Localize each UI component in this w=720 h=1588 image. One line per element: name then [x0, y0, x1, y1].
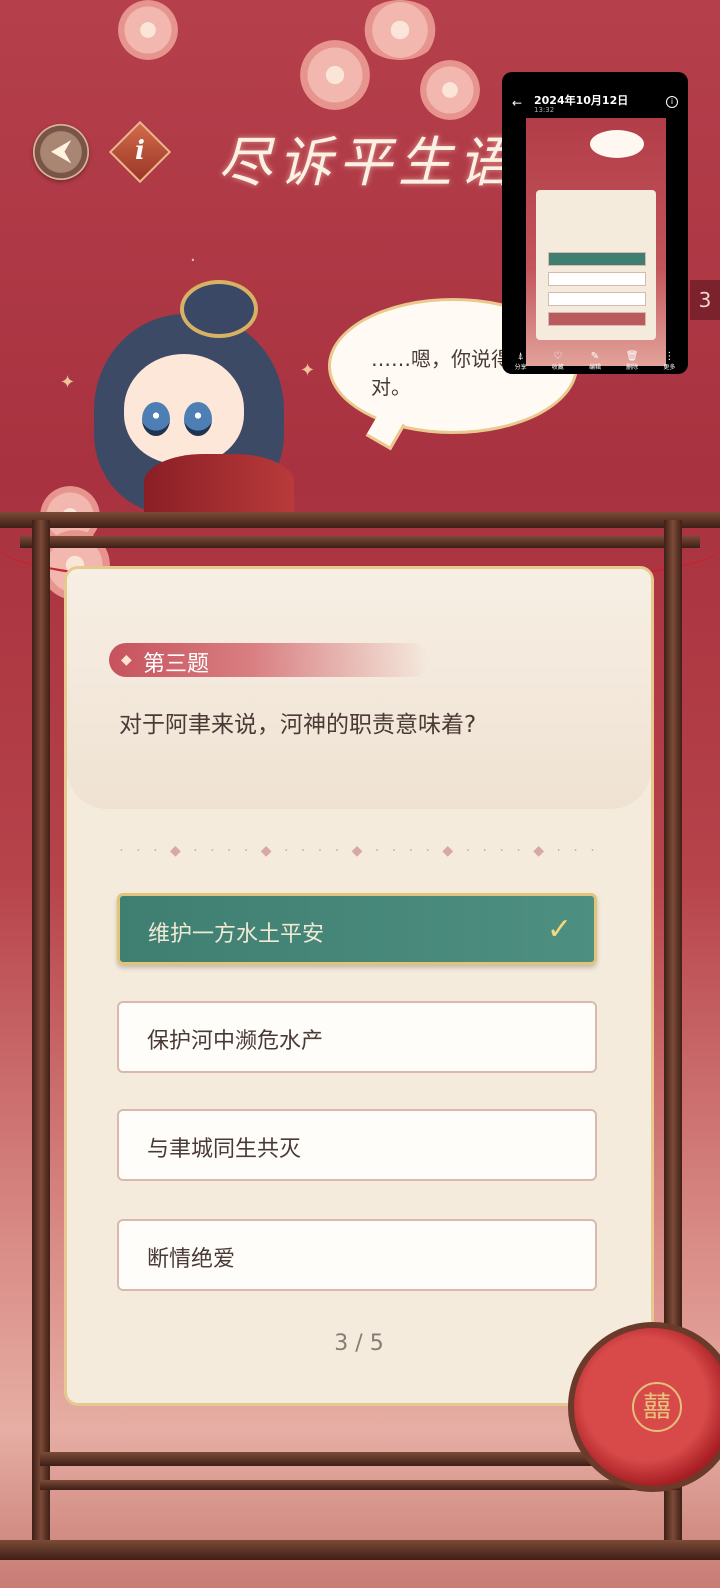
trash-icon: 🗑: [625, 351, 639, 362]
share-button[interactable]: ⍋ 分享: [507, 351, 535, 371]
share-label: 分享: [514, 364, 527, 371]
quiz-panel: ◆ 第三题 对于阿聿来说，河神的职责意味着? · · · ◆ · · · · ◆…: [64, 566, 654, 1406]
delete-button[interactable]: 🗑 删除: [618, 351, 646, 371]
more-label: 更多: [663, 364, 676, 371]
preview-option: [548, 272, 646, 286]
question-number-badge: ◆ 第三题: [109, 643, 429, 677]
delete-label: 删除: [626, 364, 639, 371]
preview-image: [526, 118, 666, 366]
preview-back-icon[interactable]: ←: [512, 96, 522, 110]
preview-info-icon[interactable]: i: [666, 96, 678, 108]
back-arrow-icon: ⮜: [51, 136, 71, 166]
info-button[interactable]: i: [108, 120, 172, 184]
back-button[interactable]: ⮜: [33, 124, 89, 180]
preview-time: 13:32: [534, 106, 555, 114]
edit-label: 编辑: [588, 364, 601, 371]
question-text: 对于阿聿来说，河神的职责意味着?: [119, 712, 477, 738]
character-avatar: [84, 274, 304, 524]
frame-bottom-beam-2: [40, 1480, 680, 1490]
character-hair-bun: [180, 280, 258, 338]
answer-option-1[interactable]: 维护一方水土平安 ✓: [117, 893, 597, 965]
character-face: [124, 354, 244, 464]
info-icon: i: [135, 136, 145, 166]
preview-option: [548, 292, 646, 306]
side-tab[interactable]: 3: [690, 280, 720, 320]
preview-toolbar: ⍋ 分享 ♡ 收藏 ✎ 编辑 🗑 删除 ⋮ 更多: [502, 348, 688, 374]
edit-icon: ✎: [590, 351, 600, 362]
diamond-icon: ◆: [121, 652, 132, 668]
answer-option-label: 断情绝爱: [147, 1247, 236, 1272]
preview-option: [548, 252, 646, 266]
screenshot-preview[interactable]: ← 2024年10月12日 13:32 i ⍋ 分享 ♡ 收藏 ✎ 编辑 🗑 删除 ⋮ 更…: [502, 72, 688, 374]
favorite-button[interactable]: ♡ 收藏: [544, 351, 572, 371]
edit-button[interactable]: ✎ 编辑: [581, 351, 609, 371]
checkmark-icon: ✓: [546, 912, 572, 947]
more-icon: ⋮: [664, 351, 675, 362]
answer-option-label: 与聿城同生共灭: [147, 1137, 302, 1162]
speech-text: ……嗯，你说得对。: [371, 347, 511, 399]
character-eye-left: [142, 402, 170, 436]
ornament-divider: · · · ◆ · · · · ◆ · · · · ◆ · · · · ◆ · …: [119, 843, 599, 859]
more-button[interactable]: ⋮ 更多: [655, 351, 683, 371]
preview-panel: [536, 190, 656, 340]
answer-option-label: 保护河中濒危水产: [147, 1029, 324, 1054]
sparkle-icon: ·: [190, 250, 196, 271]
frame-post-left: [32, 520, 50, 1550]
question-number-label: 第三题: [143, 652, 210, 677]
preview-bubble: [590, 130, 644, 158]
answer-option-3[interactable]: 与聿城同生共灭: [117, 1109, 597, 1181]
sparkle-icon: ✦: [60, 372, 76, 393]
double-happiness-icon: 囍: [632, 1382, 682, 1432]
blossom-decoration: [360, 0, 440, 60]
page-title: 尽诉平生语: [218, 131, 518, 194]
frame-base: [0, 1540, 720, 1560]
character-eye-right: [184, 402, 212, 436]
preview-option: [548, 312, 646, 326]
blossom-decoration: [118, 0, 178, 60]
heart-icon: ♡: [553, 351, 563, 362]
blossom-decoration: [420, 60, 480, 120]
answer-option-2[interactable]: 保护河中濒危水产: [117, 1001, 597, 1073]
blossom-decoration: [300, 40, 370, 110]
favorite-label: 收藏: [551, 364, 564, 371]
quiz-progress: 3 / 5: [334, 1331, 384, 1356]
question-area: [67, 569, 651, 809]
answer-option-label: 维护一方水土平安: [148, 922, 325, 947]
share-icon: ⍋: [517, 351, 524, 362]
answer-option-4[interactable]: 断情绝爱: [117, 1219, 597, 1291]
